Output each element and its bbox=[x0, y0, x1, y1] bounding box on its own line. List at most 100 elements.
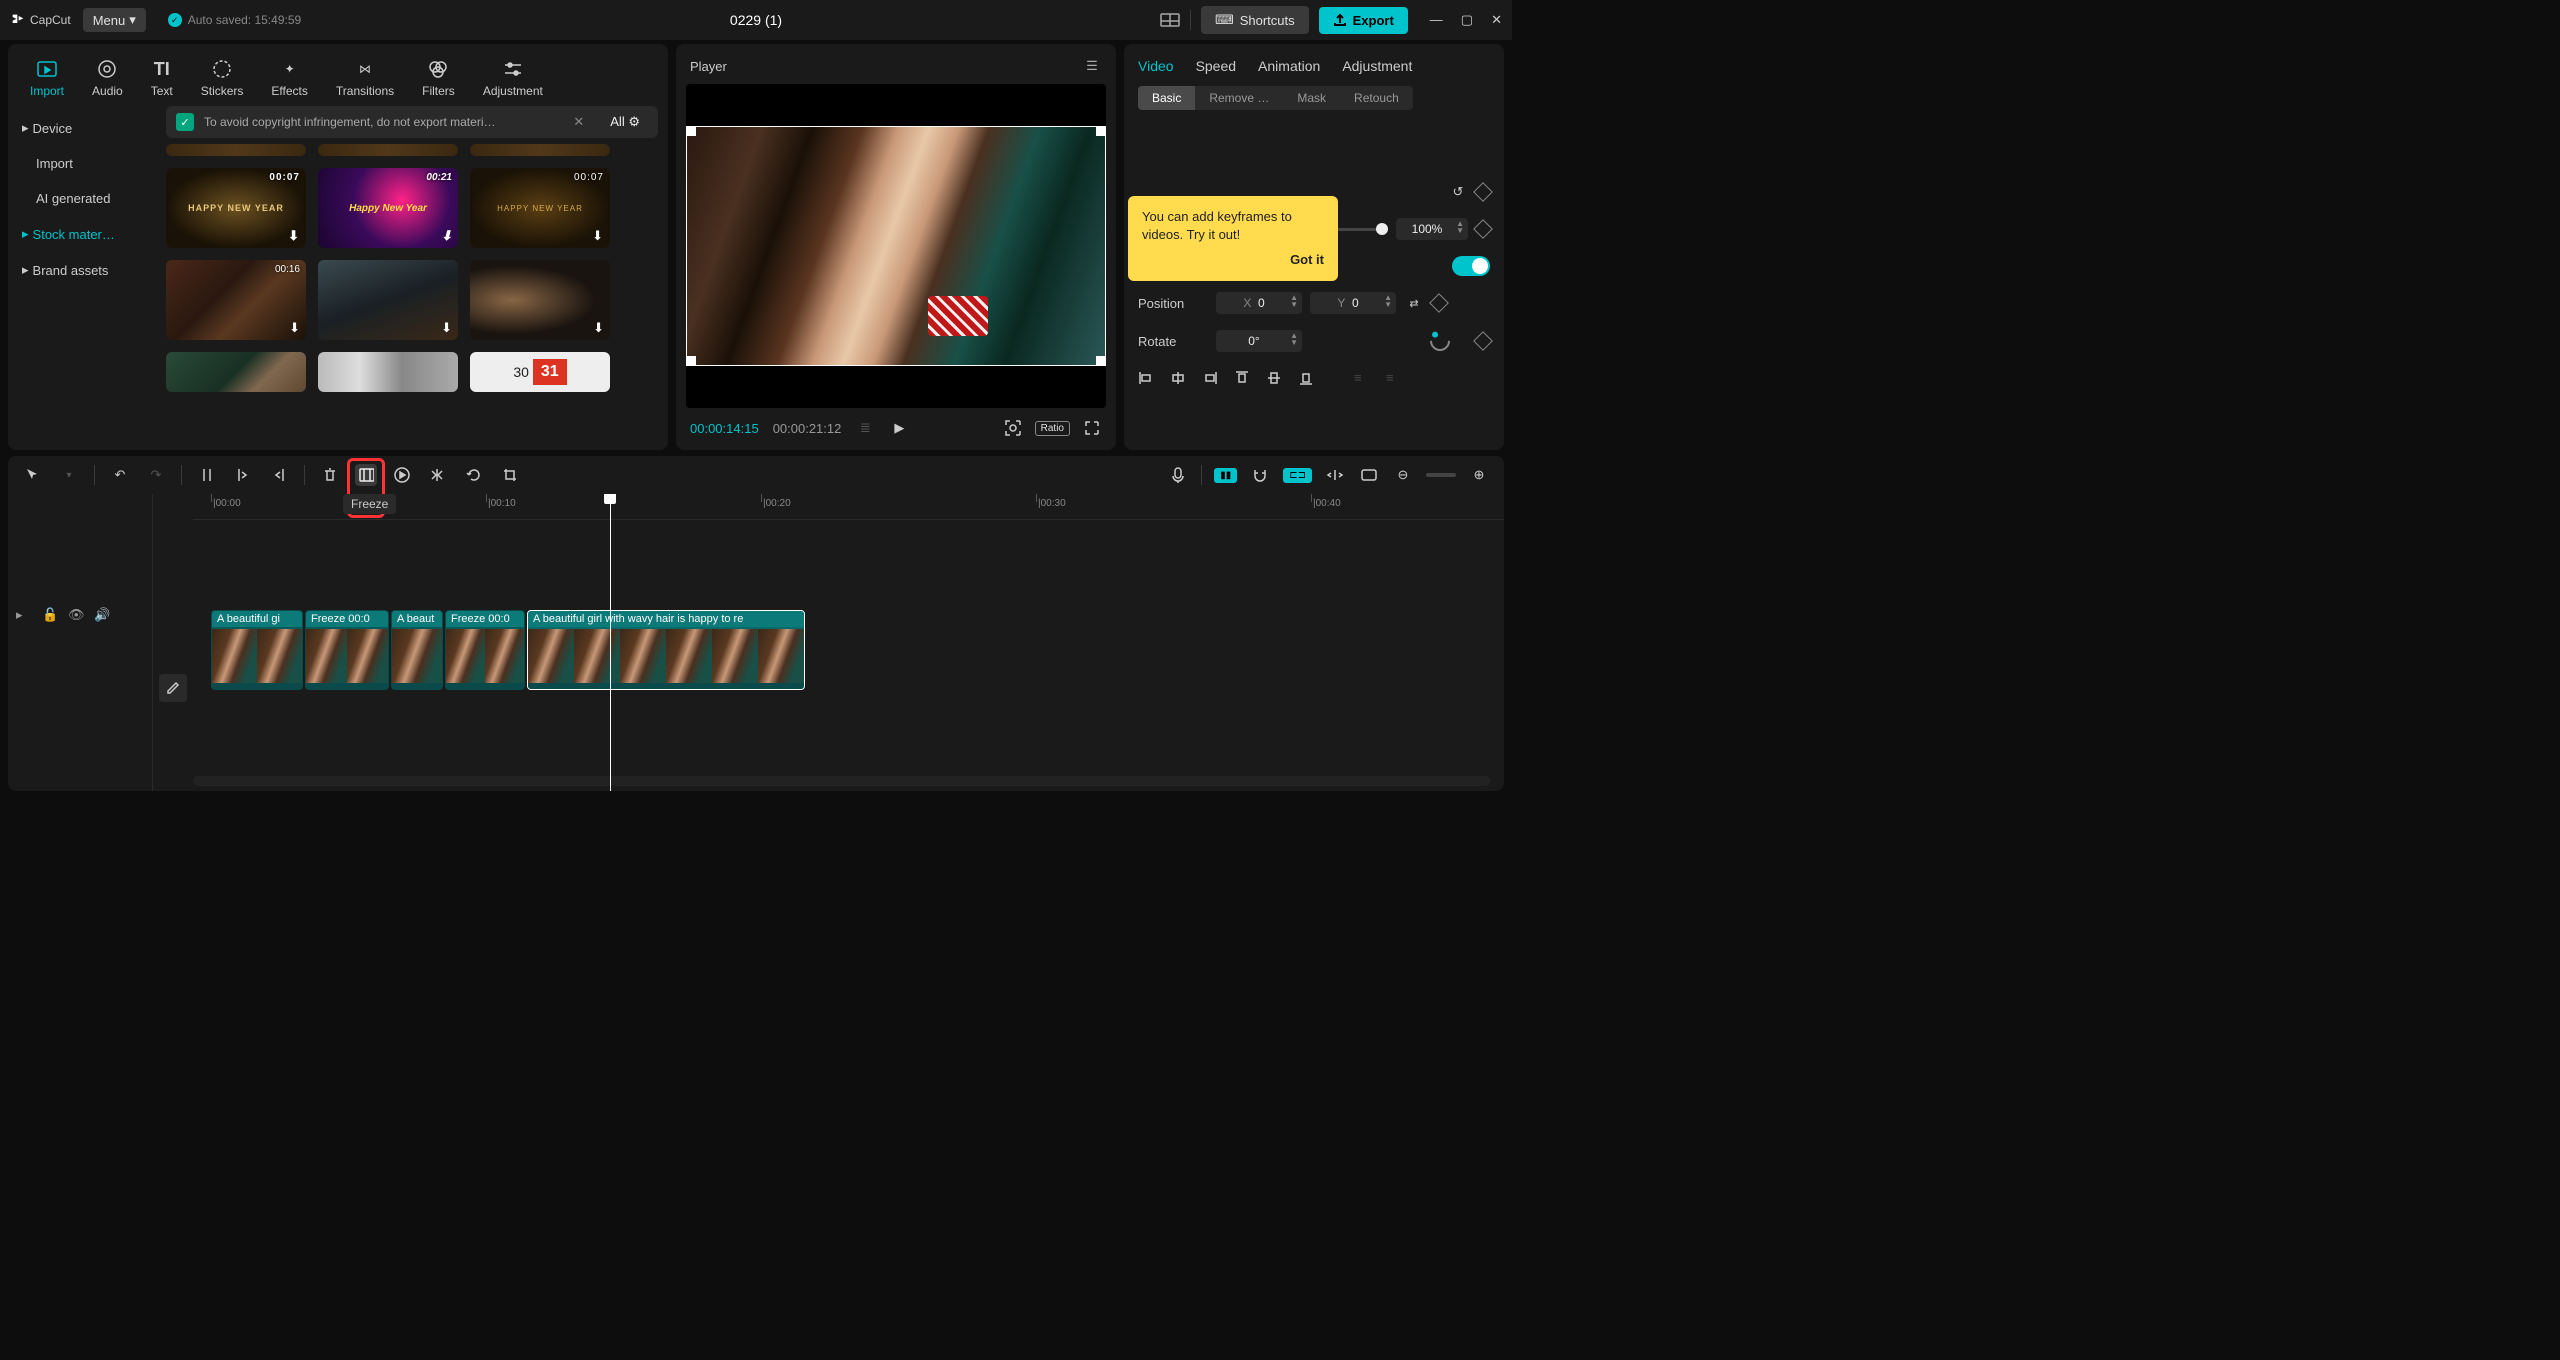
minimize-icon[interactable]: — bbox=[1430, 12, 1443, 28]
undo-icon[interactable]: ↶ bbox=[109, 464, 131, 486]
maximize-icon[interactable]: ▢ bbox=[1461, 12, 1473, 28]
inspector-tab-adjustment[interactable]: Adjustment bbox=[1342, 58, 1412, 74]
uniform-scale-toggle[interactable] bbox=[1452, 256, 1490, 276]
layout-icon[interactable] bbox=[1160, 10, 1180, 30]
media-thumb[interactable] bbox=[318, 352, 458, 392]
clip-selected[interactable]: A beautiful girl with wavy hair is happy… bbox=[527, 610, 805, 690]
edit-track-icon[interactable] bbox=[159, 674, 187, 702]
playhead[interactable] bbox=[610, 494, 611, 791]
zoom-in-icon[interactable]: ⊕ bbox=[1468, 464, 1490, 486]
play-icon[interactable]: ▶ bbox=[889, 418, 909, 438]
track-lock-icon[interactable]: 🔓 bbox=[42, 607, 58, 623]
inspector-tab-animation[interactable]: Animation bbox=[1258, 58, 1320, 74]
reset-icon[interactable]: ↺ bbox=[1448, 182, 1468, 202]
export-button[interactable]: Export bbox=[1319, 7, 1408, 34]
transitions-tab[interactable]: ⋈Transitions bbox=[322, 52, 408, 106]
redo-icon[interactable]: ↷ bbox=[145, 464, 167, 486]
ratio-button[interactable]: Ratio bbox=[1035, 421, 1070, 436]
close-icon[interactable]: ✕ bbox=[1491, 12, 1502, 28]
keyframe-icon[interactable] bbox=[1429, 293, 1449, 313]
sidebar-item-stock[interactable]: ▸Stock mater… bbox=[8, 216, 156, 252]
magnet-icon[interactable] bbox=[1249, 464, 1271, 486]
media-thumb[interactable]: HAPPY NEW YEAR00:07⬇ bbox=[470, 168, 610, 248]
sidebar-item-brand[interactable]: ▸Brand assets bbox=[8, 252, 156, 288]
filters-tab[interactable]: Filters bbox=[408, 52, 469, 106]
download-icon[interactable]: ⬇ bbox=[592, 228, 604, 244]
audio-tab[interactable]: Audio bbox=[78, 52, 137, 106]
align-bottom-icon[interactable] bbox=[1298, 370, 1316, 388]
position-x-input[interactable]: X 0▲▼ bbox=[1216, 292, 1302, 314]
clip[interactable]: A beautiful gi bbox=[211, 610, 303, 690]
media-thumb[interactable] bbox=[318, 144, 458, 156]
delete-icon[interactable] bbox=[319, 464, 341, 486]
list-icon[interactable]: ≣ bbox=[855, 418, 875, 438]
mic-icon[interactable] bbox=[1167, 464, 1189, 486]
hamburger-icon[interactable]: ☰ bbox=[1082, 56, 1102, 76]
align-center-h-icon[interactable] bbox=[1170, 370, 1188, 388]
focus-icon[interactable] bbox=[1003, 418, 1023, 438]
selection-handle[interactable] bbox=[1096, 356, 1106, 366]
rotate-icon[interactable] bbox=[463, 464, 485, 486]
selection-handle[interactable] bbox=[686, 126, 696, 136]
download-icon[interactable]: ⬇ bbox=[441, 228, 452, 244]
media-thumb[interactable] bbox=[166, 144, 306, 156]
link-track-icon[interactable]: ⊏⊐ bbox=[1283, 468, 1312, 483]
media-thumb[interactable]: 00:16⬇ bbox=[166, 260, 306, 340]
adjustment-tab[interactable]: Adjustment bbox=[469, 52, 557, 106]
chevron-down-icon[interactable]: ▾ bbox=[58, 464, 80, 486]
media-thumb[interactable]: ⬇ bbox=[470, 260, 610, 340]
sidebar-item-ai[interactable]: AI generated bbox=[8, 181, 156, 216]
trim-right-icon[interactable] bbox=[268, 464, 290, 486]
track-eye-icon[interactable]: 👁 bbox=[68, 607, 84, 623]
menu-button[interactable]: Menu ▾ bbox=[83, 8, 146, 32]
sidebar-item-device[interactable]: ▸Device bbox=[8, 110, 156, 146]
scale-input[interactable]: 100%▲▼ bbox=[1396, 218, 1468, 240]
timeline-scrollbar[interactable] bbox=[193, 776, 1490, 786]
subtab-basic[interactable]: Basic bbox=[1138, 86, 1195, 110]
clip-freeze[interactable]: Freeze 00:0 bbox=[445, 610, 525, 690]
align-top-icon[interactable] bbox=[1234, 370, 1252, 388]
inspector-tab-video[interactable]: Video bbox=[1138, 58, 1174, 74]
crop-icon[interactable] bbox=[499, 464, 521, 486]
download-icon[interactable]: ⬇ bbox=[441, 320, 452, 336]
mirror-icon[interactable] bbox=[427, 464, 449, 486]
zoom-slider[interactable] bbox=[1426, 473, 1456, 477]
subtab-remove[interactable]: Remove … bbox=[1195, 86, 1283, 110]
download-icon[interactable]: ⬇ bbox=[289, 320, 300, 336]
zoom-out-icon[interactable]: ⊖ bbox=[1392, 464, 1414, 486]
clip-freeze[interactable]: Freeze 00:0 bbox=[305, 610, 389, 690]
magnet-main-icon[interactable]: ▮▮ bbox=[1214, 468, 1237, 483]
pointer-icon[interactable] bbox=[22, 464, 44, 486]
media-thumb[interactable]: ⬇ bbox=[318, 260, 458, 340]
got-it-button[interactable]: Got it bbox=[1142, 251, 1324, 269]
track-visibility-icon[interactable]: ▸ bbox=[16, 607, 32, 623]
trim-left-icon[interactable] bbox=[232, 464, 254, 486]
media-thumb[interactable]: 3031 bbox=[470, 352, 610, 392]
import-tab[interactable]: Import bbox=[16, 52, 78, 106]
filter-all-button[interactable]: All ⚙ bbox=[602, 112, 648, 132]
subtab-mask[interactable]: Mask bbox=[1283, 86, 1340, 110]
download-icon[interactable]: ⬇ bbox=[288, 228, 300, 244]
text-tab[interactable]: TIText bbox=[137, 52, 187, 106]
fullscreen-icon[interactable] bbox=[1082, 418, 1102, 438]
captions-icon[interactable] bbox=[1358, 464, 1380, 486]
rotate-dial[interactable] bbox=[1426, 327, 1454, 355]
close-warning-icon[interactable]: ✕ bbox=[573, 114, 584, 130]
sidebar-item-import[interactable]: Import bbox=[8, 146, 156, 181]
player-viewport[interactable] bbox=[686, 84, 1106, 408]
media-thumb[interactable] bbox=[470, 144, 610, 156]
subtab-retouch[interactable]: Retouch bbox=[1340, 86, 1413, 110]
distribute-v-icon[interactable]: ≡ bbox=[1386, 370, 1404, 388]
distribute-h-icon[interactable]: ≡ bbox=[1354, 370, 1372, 388]
split-icon[interactable] bbox=[196, 464, 218, 486]
track-mute-icon[interactable]: 🔊 bbox=[94, 607, 110, 623]
keyframe-icon[interactable] bbox=[1473, 182, 1493, 202]
align-right-icon[interactable] bbox=[1202, 370, 1220, 388]
inspector-tab-speed[interactable]: Speed bbox=[1196, 58, 1236, 74]
media-thumb[interactable]: Happy New Year00:21⬇ bbox=[318, 168, 458, 248]
align-center-v-icon[interactable] bbox=[1266, 370, 1284, 388]
keyframe-icon[interactable] bbox=[1473, 219, 1493, 239]
keyframe-icon[interactable] bbox=[1473, 331, 1493, 351]
media-thumb[interactable]: HAPPY NEW YEAR00:07⬇ bbox=[166, 168, 306, 248]
link-icon[interactable]: ⇄ bbox=[1404, 293, 1424, 313]
